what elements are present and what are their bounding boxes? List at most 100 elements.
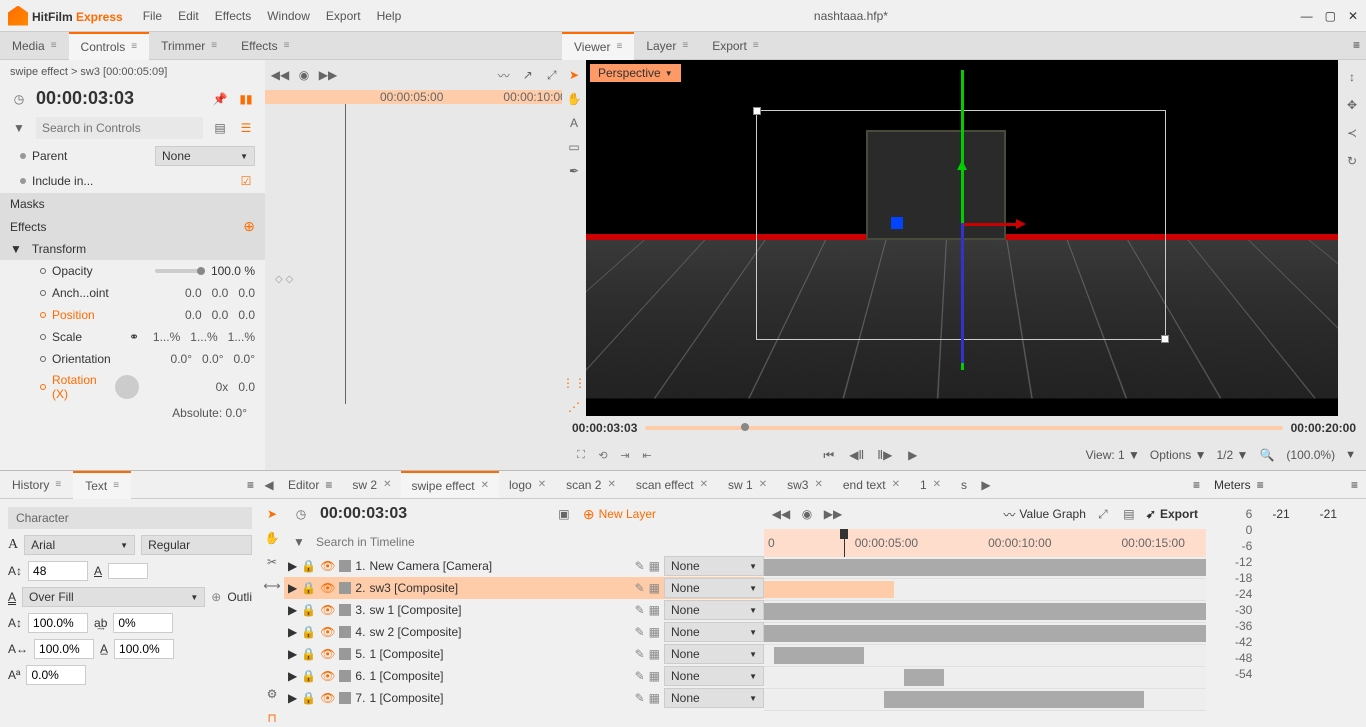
- edit-icon[interactable]: ✎: [635, 581, 645, 595]
- color-swatch[interactable]: [108, 563, 148, 579]
- tab-trimmer[interactable]: Trimmer≡: [149, 32, 229, 60]
- edit-icon[interactable]: ✎: [635, 603, 645, 617]
- value-graph-button[interactable]: 〰 Value Graph: [1003, 506, 1086, 523]
- panel-menu-icon[interactable]: ≡: [1347, 32, 1366, 60]
- expand-icon[interactable]: ▶: [288, 603, 297, 617]
- new-layer-button[interactable]: ⊕New Layer: [583, 506, 656, 523]
- layer-color[interactable]: [339, 626, 351, 638]
- menu-icon[interactable]: ≡: [211, 40, 217, 51]
- editor-tab-overflow[interactable]: s: [951, 472, 977, 498]
- playhead[interactable]: [345, 104, 346, 404]
- menu-icon[interactable]: ≡: [284, 40, 290, 51]
- visibility-icon[interactable]: 👁: [320, 647, 335, 661]
- go-start-icon[interactable]: ⏮: [820, 446, 838, 464]
- pin-icon[interactable]: 📌: [211, 90, 229, 108]
- layer-row[interactable]: ▶ 🔒 👁 6. 1 [Composite] ✎ ▦: [284, 665, 664, 687]
- export-button[interactable]: ➹ Export: [1146, 507, 1198, 521]
- filter-icon[interactable]: ▼: [290, 533, 308, 551]
- menu-help[interactable]: Help: [377, 9, 402, 23]
- opacity-slider[interactable]: [155, 269, 205, 273]
- graph-icon[interactable]: 〰: [495, 66, 513, 84]
- resolution-dropdown[interactable]: 1/2 ▼: [1217, 448, 1249, 462]
- add-effect-icon[interactable]: ⊕: [243, 218, 255, 235]
- playhead[interactable]: [844, 529, 845, 557]
- blend-icon[interactable]: ▦: [649, 647, 660, 661]
- editor-tab-sw1[interactable]: sw 1✕: [718, 472, 777, 498]
- clip[interactable]: [764, 559, 1206, 576]
- menu-edit[interactable]: Edit: [178, 9, 199, 23]
- expand-icon[interactable]: ▶: [288, 669, 297, 683]
- share-icon[interactable]: ≺: [1343, 124, 1361, 142]
- x-axis-gizmo[interactable]: [961, 223, 1021, 226]
- clock-icon[interactable]: ◷: [10, 90, 28, 108]
- blend-icon[interactable]: ▦: [649, 625, 660, 639]
- panel-icon[interactable]: ▮▮: [237, 90, 255, 108]
- clip[interactable]: [904, 669, 944, 686]
- visibility-icon[interactable]: 👁: [320, 559, 335, 573]
- alignment-icon[interactable]: ⋮⋮: [565, 374, 583, 392]
- layer-color[interactable]: [339, 670, 351, 682]
- layer-parent-dropdown[interactable]: None▼: [664, 600, 764, 620]
- layer-color[interactable]: [339, 560, 351, 572]
- perspective-dropdown[interactable]: Perspective▼: [590, 64, 681, 82]
- opacity-value[interactable]: 100.0 %: [211, 264, 255, 278]
- pen-tool-icon[interactable]: ✒: [565, 162, 583, 180]
- baseline-input[interactable]: [26, 665, 86, 685]
- tab-layer[interactable]: Layer≡: [634, 32, 700, 60]
- curve-icon[interactable]: ↗: [519, 66, 537, 84]
- blend-icon[interactable]: ▦: [649, 603, 660, 617]
- fit-icon[interactable]: ⤢: [1094, 505, 1112, 523]
- layer-parent-dropdown[interactable]: None▼: [664, 666, 764, 686]
- visibility-icon[interactable]: 👁: [320, 691, 335, 705]
- layer-parent-dropdown[interactable]: None▼: [664, 644, 764, 664]
- list-view-icon[interactable]: ▤: [211, 119, 229, 137]
- search-controls-input[interactable]: [36, 117, 203, 139]
- rotation-dial[interactable]: [115, 375, 139, 399]
- timecode[interactable]: 00:00:03:03: [36, 88, 134, 109]
- layer-row[interactable]: ▶ 🔒 👁 3. sw 1 [Composite] ✎ ▦: [284, 599, 664, 621]
- prev-key-icon[interactable]: ◀◀: [772, 505, 790, 523]
- play-icon[interactable]: ▶: [904, 446, 922, 464]
- lock-icon[interactable]: 🔒: [301, 625, 316, 639]
- tracking-input[interactable]: [113, 613, 173, 633]
- edit-icon[interactable]: ✎: [635, 691, 645, 705]
- leading-input[interactable]: [114, 639, 174, 659]
- expand-icon[interactable]: ▶: [288, 581, 297, 595]
- track[interactable]: [764, 579, 1206, 601]
- prev-tab-icon[interactable]: ◀: [260, 476, 278, 494]
- key-icon[interactable]: ◉: [295, 66, 313, 84]
- next-frame-icon[interactable]: Ⅱ▶: [876, 446, 894, 464]
- menu-window[interactable]: Window: [267, 9, 310, 23]
- layer-color[interactable]: [339, 648, 351, 660]
- tab-media[interactable]: Media≡: [0, 32, 69, 60]
- slice-tool-icon[interactable]: ✂: [263, 553, 281, 571]
- transform-header[interactable]: Transform: [32, 242, 255, 256]
- editor-tab-scan2[interactable]: scan 2✕: [556, 472, 626, 498]
- panel-menu-icon[interactable]: ≡: [1351, 478, 1358, 492]
- list-view-alt-icon[interactable]: ☰: [237, 119, 255, 137]
- menu-icon[interactable]: ≡: [753, 40, 759, 51]
- clip[interactable]: [764, 603, 1206, 620]
- in-out-icon[interactable]: ⇥: [616, 446, 634, 464]
- alignment-alt-icon[interactable]: ⋰: [565, 398, 583, 416]
- lock-icon[interactable]: 🔒: [301, 669, 316, 683]
- clip[interactable]: [774, 647, 864, 664]
- layer-row[interactable]: ▶ 🔒 👁 4. sw 2 [Composite] ✎ ▦: [284, 621, 664, 643]
- tab-effects[interactable]: Effects≡: [229, 32, 301, 60]
- text-tool-icon[interactable]: A: [565, 114, 583, 132]
- editor-tab-editor[interactable]: Editor≡: [278, 472, 342, 498]
- xy-plane-handle[interactable]: [891, 217, 903, 229]
- next-tab-icon[interactable]: ▶: [977, 476, 995, 494]
- next-key-icon[interactable]: ▶▶: [319, 66, 337, 84]
- z-axis-gizmo[interactable]: [961, 223, 964, 363]
- editor-tab-logo[interactable]: logo✕: [499, 472, 556, 498]
- move-icon[interactable]: ✥: [1343, 96, 1361, 114]
- tab-export[interactable]: Export≡: [700, 32, 771, 60]
- edit-icon[interactable]: ✎: [635, 647, 645, 661]
- layer-parent-dropdown[interactable]: None▼: [664, 578, 764, 598]
- rate-tool-icon[interactable]: ⟷: [263, 577, 281, 595]
- masks-header[interactable]: Masks: [10, 197, 255, 211]
- keyframe-marker[interactable]: ◇ ◇: [275, 274, 293, 285]
- layers-icon[interactable]: ▤: [1120, 505, 1138, 523]
- tab-history[interactable]: History≡: [0, 472, 73, 498]
